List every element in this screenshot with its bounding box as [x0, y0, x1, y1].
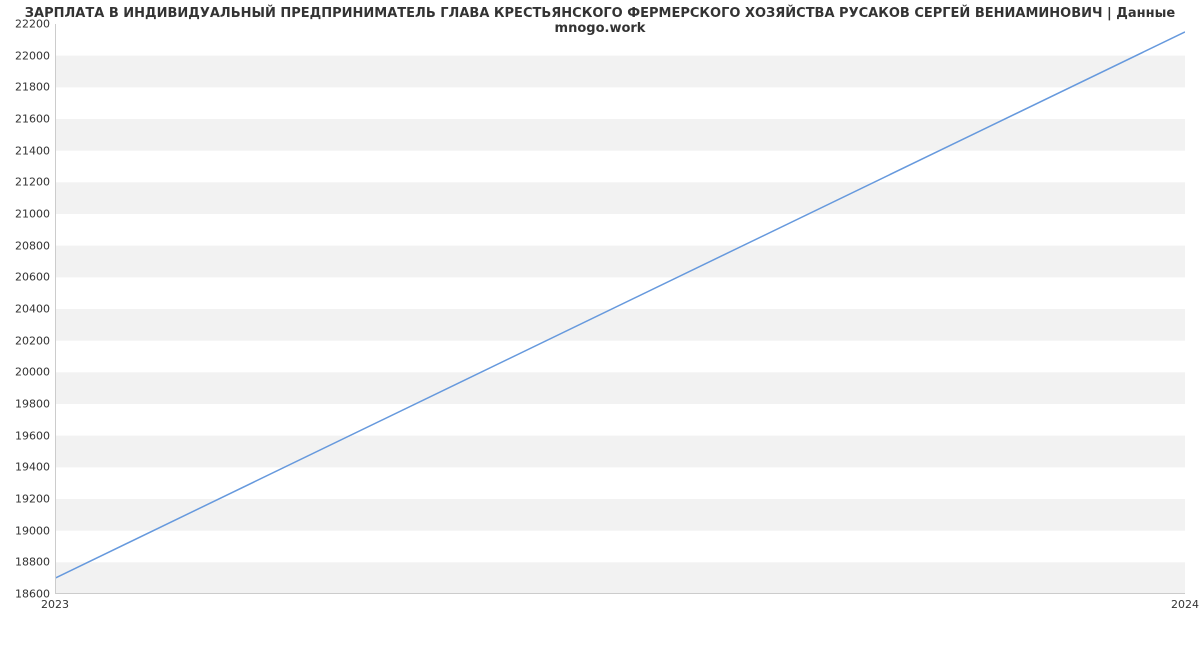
y-tick-label: 19400 — [5, 461, 50, 474]
y-tick-label: 21800 — [5, 81, 50, 94]
y-tick-label: 21600 — [5, 113, 50, 126]
y-tick-label: 21000 — [5, 208, 50, 221]
y-tick-label: 22200 — [5, 18, 50, 31]
y-tick-label: 20600 — [5, 271, 50, 284]
y-tick-label: 20400 — [5, 303, 50, 316]
y-tick-label: 20000 — [5, 366, 50, 379]
y-tick-label: 19800 — [5, 398, 50, 411]
plot-area — [55, 24, 1185, 594]
y-tick-label: 19000 — [5, 524, 50, 537]
y-tick-label: 20200 — [5, 334, 50, 347]
y-tick-label: 21400 — [5, 144, 50, 157]
y-tick-label: 20800 — [5, 239, 50, 252]
x-tick-label: 2024 — [1171, 598, 1199, 611]
y-tick-label: 18800 — [5, 556, 50, 569]
y-tick-label: 21200 — [5, 176, 50, 189]
y-tick-label: 19600 — [5, 429, 50, 442]
y-tick-label: 19200 — [5, 493, 50, 506]
chart-container: ЗАРПЛАТА В ИНДИВИДУАЛЬНЫЙ ПРЕДПРИНИМАТЕЛ… — [0, 0, 1200, 650]
y-tick-label: 22000 — [5, 49, 50, 62]
x-tick-label: 2023 — [41, 598, 69, 611]
